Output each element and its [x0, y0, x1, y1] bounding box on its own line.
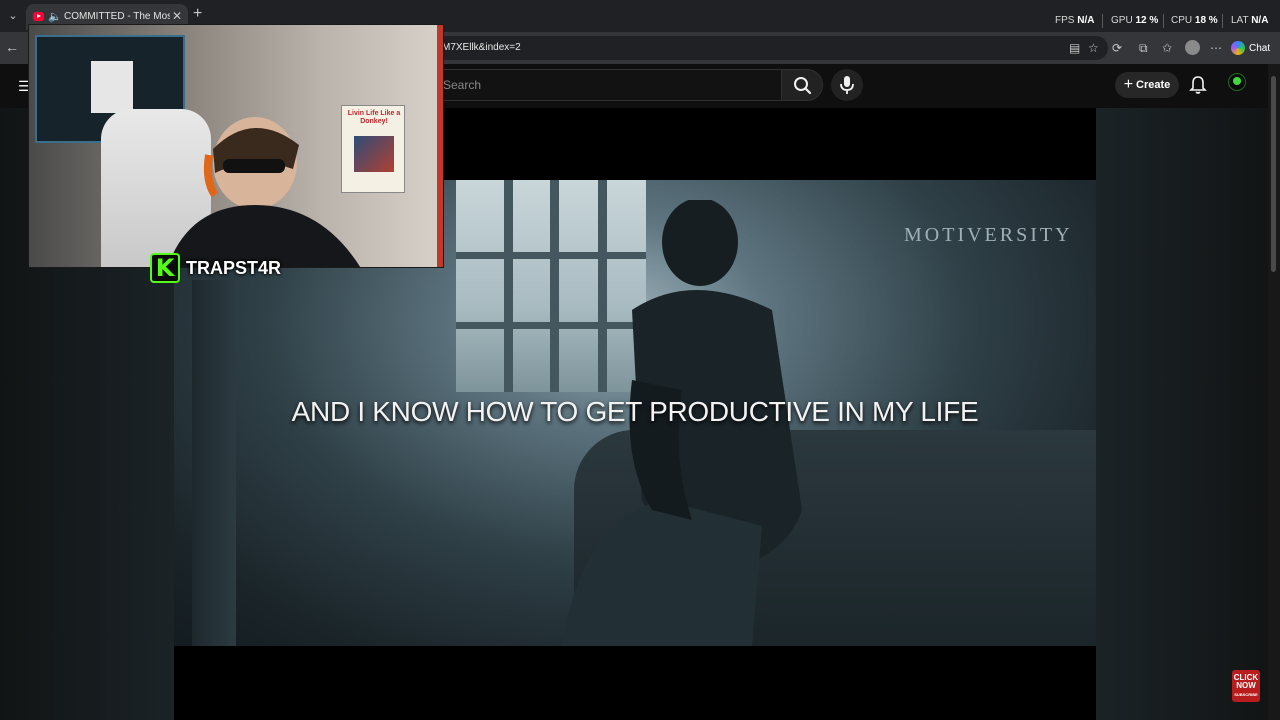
audio-playing-icon[interactable]: 🔈 — [48, 10, 62, 23]
youtube-favicon-icon — [33, 12, 44, 21]
perf-divider — [1222, 14, 1223, 28]
webcam-streamer-figure — [167, 117, 361, 267]
search-box[interactable] — [436, 69, 782, 101]
search-icon — [794, 77, 812, 95]
profile-avatar-icon[interactable] — [1185, 40, 1200, 55]
voice-search-button[interactable] — [831, 69, 863, 101]
tab-list-chevron-icon[interactable]: ⌄ — [6, 9, 20, 23]
streamer-webcam: Livin Life Like a Donkey! — [28, 24, 444, 268]
perf-gpu: GPU 12 % — [1111, 15, 1159, 26]
more-menu-icon[interactable]: ⋯ — [1210, 41, 1222, 55]
page-scrollbar[interactable] — [1268, 64, 1280, 720]
video-caption: AND I KNOW HOW TO GET PRODUCTIVE IN MY L… — [291, 396, 979, 427]
kick-logo-icon: K — [150, 253, 180, 283]
chat-label: Chat — [1249, 42, 1271, 54]
reader-view-icon[interactable]: ▤ — [1069, 41, 1080, 55]
copilot-logo-icon — [1231, 41, 1245, 55]
refresh-icon[interactable]: ⟳ — [1112, 41, 1122, 55]
ambient-glow-right — [1096, 108, 1268, 720]
create-label: Create — [1136, 79, 1171, 91]
favorites-icon[interactable]: ✩ — [1162, 41, 1172, 55]
video-watermark: MOTIVERSITY — [904, 224, 1073, 246]
copilot-chat-button[interactable]: Chat — [1231, 38, 1270, 58]
notifications-bell-icon[interactable] — [1189, 75, 1207, 95]
search-input[interactable] — [443, 76, 763, 94]
tab-title: COMMITTED - The Most Pow — [64, 11, 170, 22]
streamer-name: TRAPST4R — [186, 257, 282, 278]
perf-lat: LAT N/A — [1231, 15, 1269, 26]
scrollbar-thumb[interactable] — [1271, 76, 1276, 272]
create-button[interactable]: + Create — [1115, 72, 1179, 98]
tab-close-icon[interactable]: ✕ — [172, 9, 182, 23]
extensions-icon[interactable]: ⧉ — [1139, 41, 1148, 55]
video-door — [192, 280, 236, 646]
microphone-icon — [840, 76, 854, 94]
search-button[interactable] — [781, 69, 823, 101]
webcam-red-strip — [437, 25, 443, 267]
favorite-star-icon[interactable]: ☆ — [1088, 41, 1099, 55]
perf-cpu: CPU 18 % — [1171, 15, 1218, 26]
streamer-name-tag: K TRAPST4R — [150, 252, 281, 284]
subscribe-badge-line: NOW — [1236, 681, 1256, 690]
subscribe-badge[interactable]: CLICK NOW SUBSCRIBE — [1232, 670, 1260, 702]
back-arrow-icon[interactable]: ← — [5, 39, 19, 55]
address-url[interactable]: M7XEllk&index=2 — [442, 42, 521, 53]
perf-divider — [1163, 14, 1164, 28]
account-avatar-icon[interactable] — [1228, 73, 1246, 91]
subscribe-badge-line: SUBSCRIBE — [1234, 692, 1258, 697]
plus-icon: + — [1123, 76, 1134, 93]
perf-divider — [1102, 14, 1103, 28]
new-tab-button[interactable]: + — [193, 5, 202, 23]
perf-fps: FPS N/A — [1055, 15, 1095, 26]
